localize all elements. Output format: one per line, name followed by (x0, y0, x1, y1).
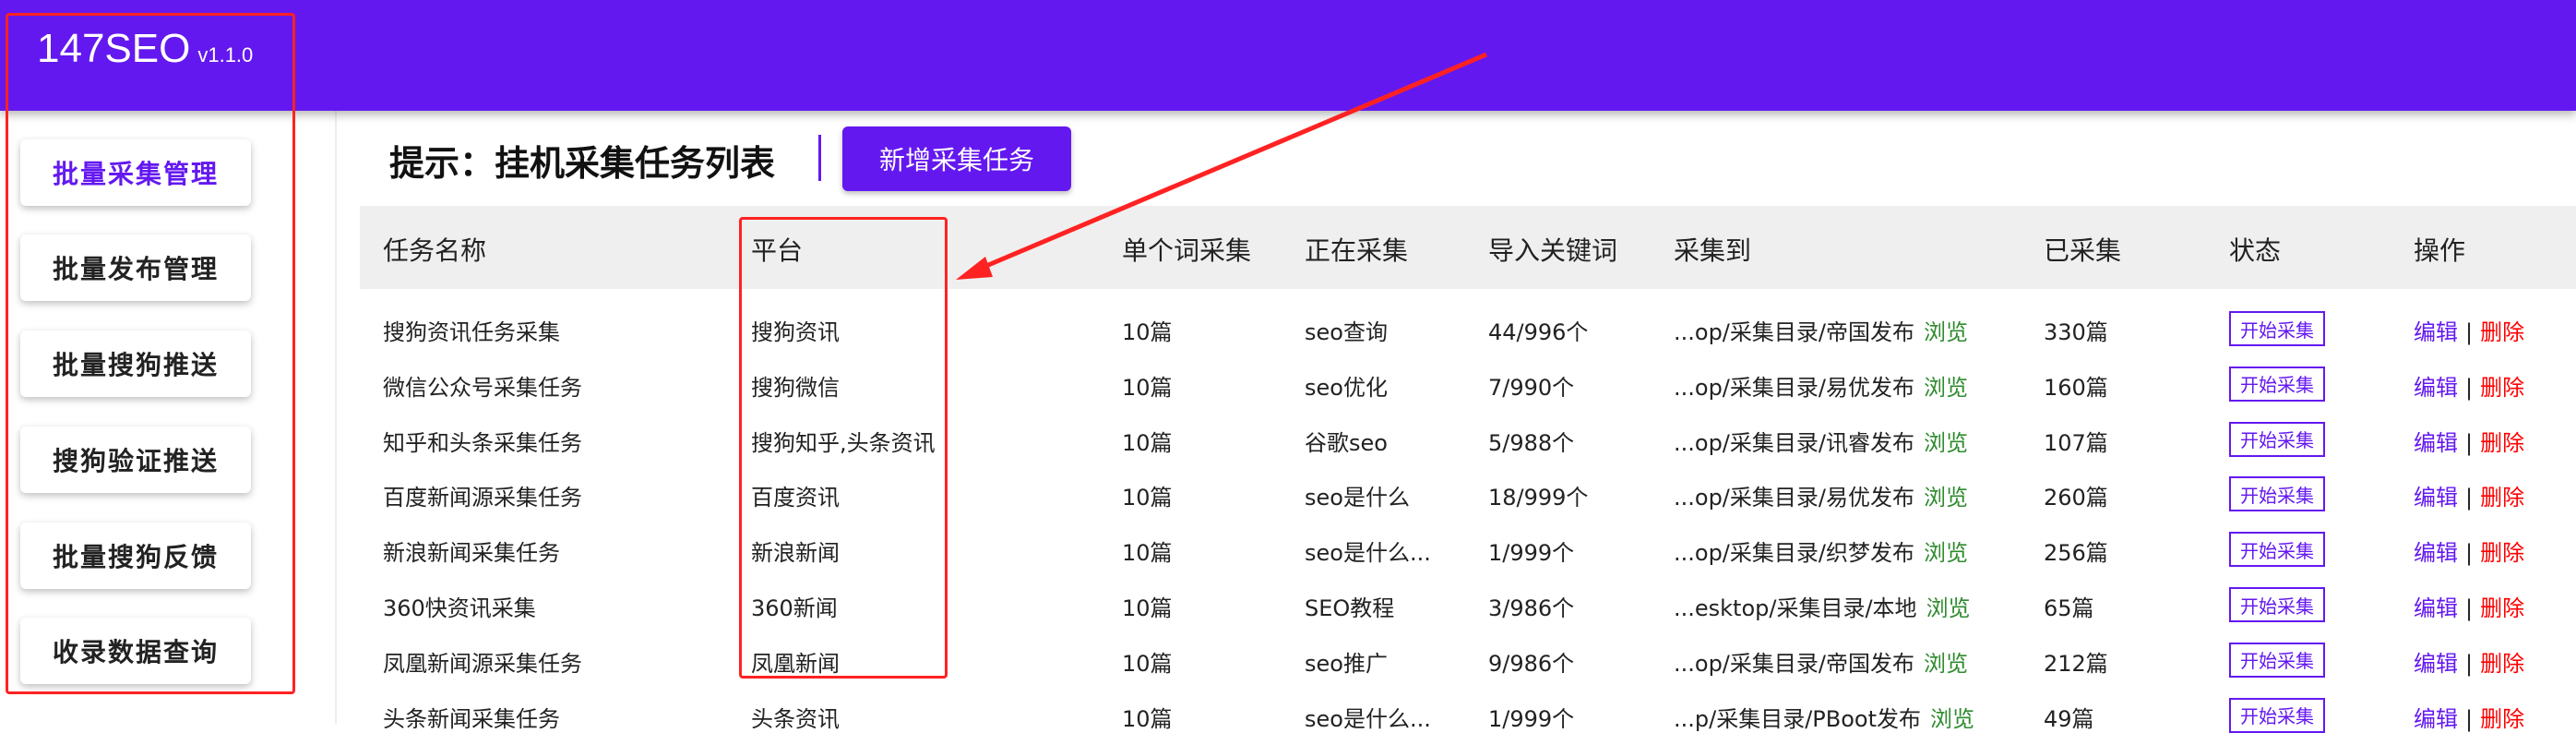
annotation-arrow (956, 52, 1487, 280)
